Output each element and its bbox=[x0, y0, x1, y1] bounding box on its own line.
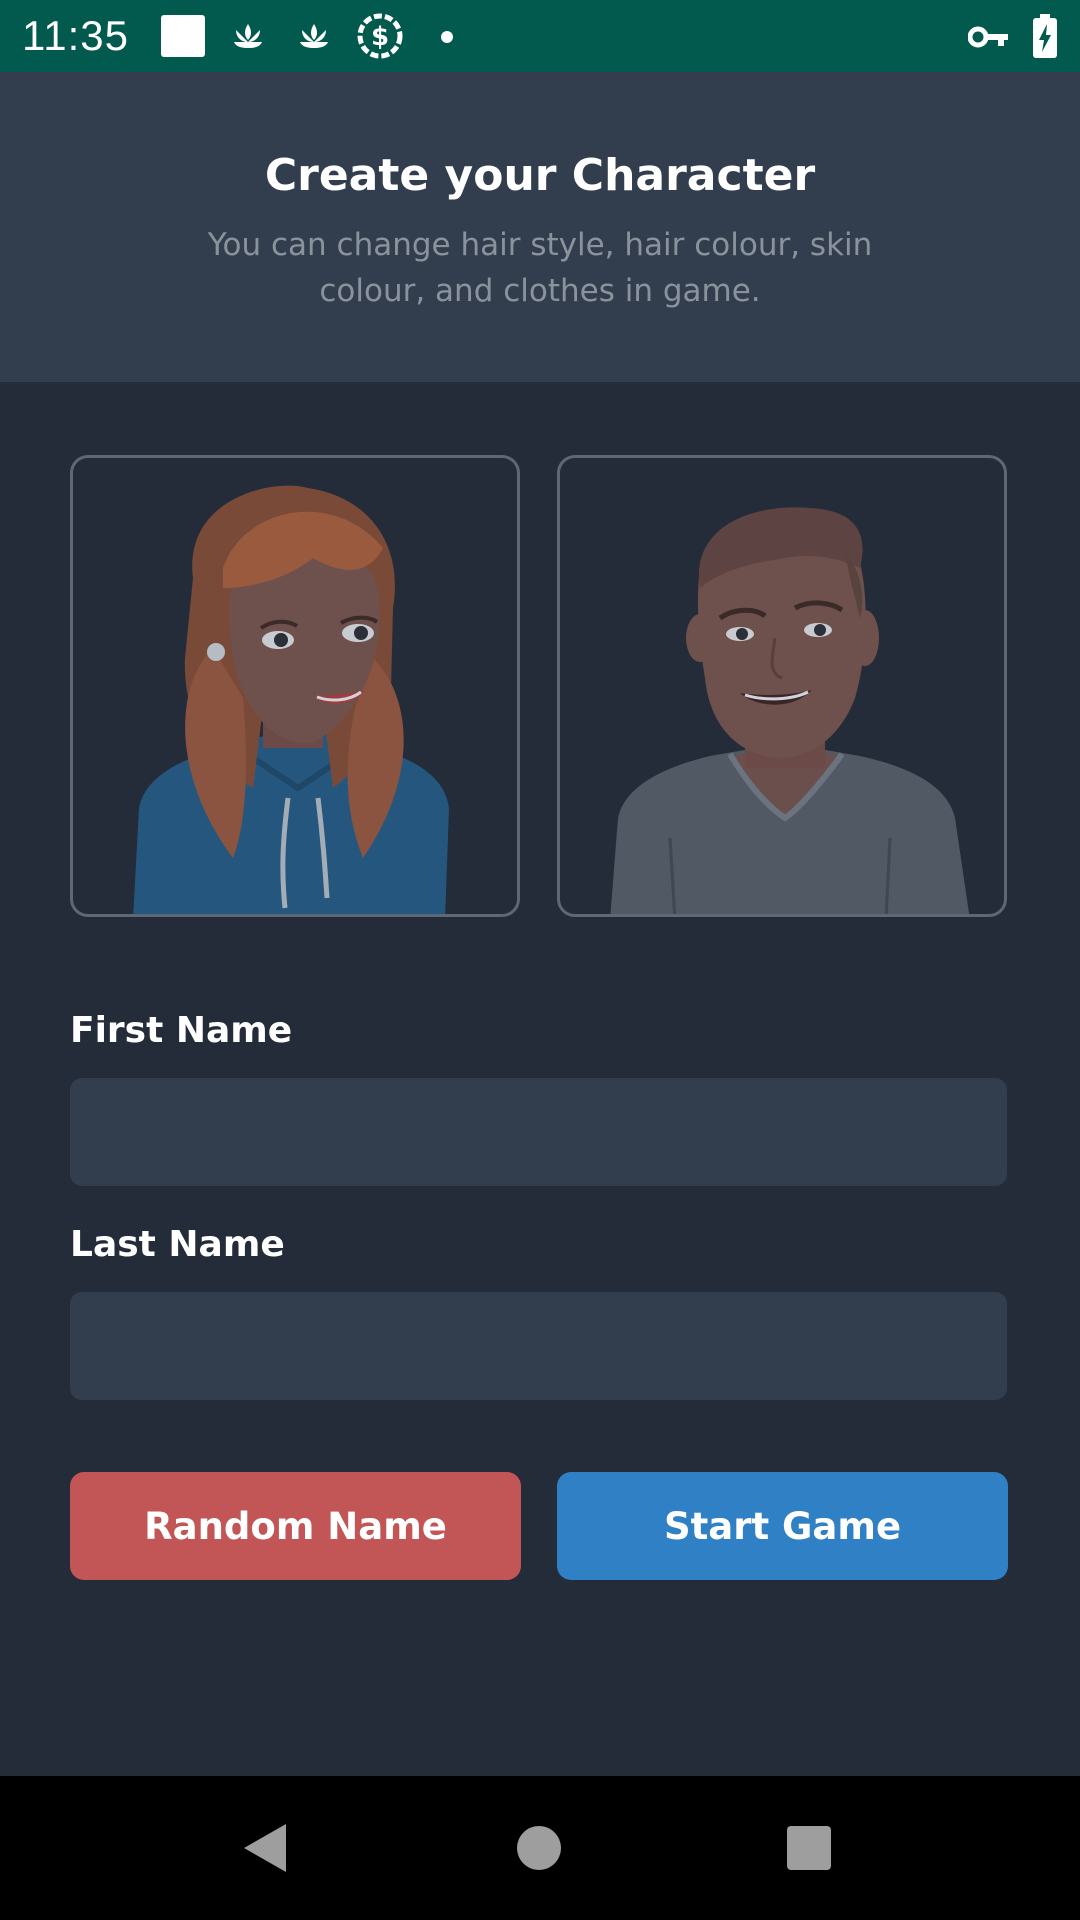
last-name-label: Last Name bbox=[70, 1224, 285, 1265]
dot-icon bbox=[440, 29, 454, 48]
male-character-card[interactable] bbox=[557, 455, 1007, 917]
back-icon[interactable] bbox=[206, 1776, 326, 1920]
start-game-button[interactable]: Start Game bbox=[557, 1472, 1008, 1580]
first-name-label: First Name bbox=[70, 1010, 293, 1051]
recents-icon[interactable] bbox=[749, 1776, 869, 1920]
page-title: Create your Character bbox=[264, 150, 816, 201]
header: Create your Character You can change hai… bbox=[0, 72, 1080, 382]
last-name-input[interactable] bbox=[70, 1292, 1007, 1400]
home-icon[interactable] bbox=[479, 1776, 599, 1920]
female-character-card[interactable] bbox=[70, 455, 520, 917]
svg-text:$: $ bbox=[371, 22, 389, 52]
square-notification-icon bbox=[160, 14, 206, 62]
vpn-key-icon bbox=[967, 22, 1010, 56]
status-bar: 11:35 $ bbox=[0, 0, 1080, 72]
page-subtitle: You can change hair style, hair colour, … bbox=[207, 227, 873, 309]
lotus-icon bbox=[230, 20, 266, 54]
lotus-icon bbox=[296, 20, 332, 54]
status-time: 11:35 bbox=[22, 12, 129, 59]
female-character-avatar bbox=[133, 485, 449, 914]
first-name-input[interactable] bbox=[70, 1078, 1007, 1186]
dollar-circle-icon: $ bbox=[356, 12, 404, 64]
male-character-avatar bbox=[610, 507, 970, 914]
random-name-button[interactable]: Random Name bbox=[70, 1472, 521, 1580]
navigation-bar bbox=[0, 1776, 1080, 1920]
battery-charging-icon bbox=[1032, 14, 1058, 62]
